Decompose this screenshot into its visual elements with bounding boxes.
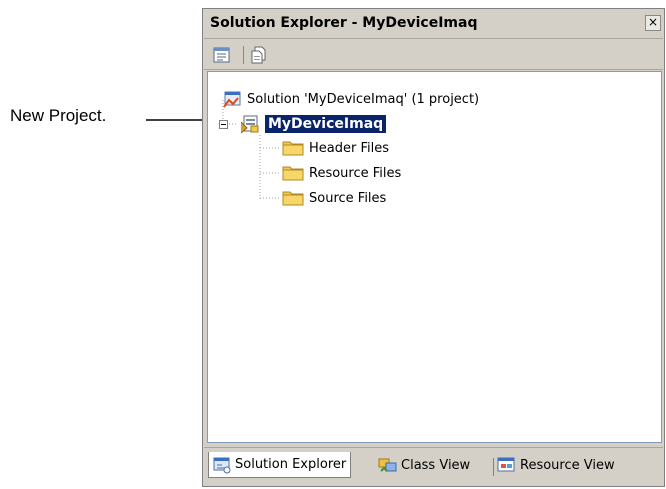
class-view-icon	[378, 458, 397, 472]
tab-class-view[interactable]: Class View	[378, 452, 470, 478]
tab-separator	[493, 458, 494, 476]
folder-icon	[282, 191, 304, 206]
solution-tree[interactable]: Solution 'MyDeviceImaq' (1 project) MyDe…	[207, 71, 662, 443]
tree-item-source-files[interactable]: Source Files	[282, 187, 386, 209]
close-icon: ×	[647, 15, 659, 29]
solution-label: Solution 'MyDeviceImaq' (1 project)	[247, 91, 480, 107]
tree-item-solution[interactable]: Solution 'MyDeviceImaq' (1 project)	[222, 88, 479, 110]
tree-item-header-files[interactable]: Header Files	[282, 137, 389, 159]
close-button[interactable]: ×	[645, 15, 661, 31]
folder-label: Resource Files	[309, 165, 402, 181]
folder-icon	[282, 166, 304, 181]
folder-icon	[282, 141, 304, 156]
window-title: Solution Explorer - MyDeviceImaq	[210, 15, 478, 31]
project-icon	[240, 115, 259, 134]
show-all-files-button[interactable]	[249, 45, 269, 65]
properties-icon	[213, 47, 230, 63]
tab-resource-view[interactable]: Resource View	[497, 452, 615, 478]
toolbar-separator	[243, 46, 244, 64]
tab-bar: Solution Explorer Class View Resource Vi…	[204, 447, 663, 486]
folder-label: Header Files	[309, 140, 389, 156]
solution-icon	[223, 91, 241, 108]
tab-label: Resource View	[520, 457, 615, 473]
tab-label: Class View	[401, 457, 471, 473]
tab-solution-explorer[interactable]: Solution Explorer	[208, 452, 352, 478]
solution-explorer-window: Solution Explorer - MyDeviceImaq × Solut…	[202, 8, 665, 487]
tab-label: Solution Explorer	[235, 457, 347, 472]
show-all-files-icon	[251, 46, 266, 64]
project-expander[interactable]	[219, 120, 228, 129]
project-label: MyDeviceImaq	[265, 115, 387, 133]
properties-button[interactable]	[212, 45, 232, 65]
tree-item-project[interactable]: MyDeviceImaq	[240, 113, 387, 135]
toolbar	[204, 39, 663, 70]
folder-label: Source Files	[309, 190, 387, 206]
title-bar[interactable]: Solution Explorer - MyDeviceImaq ×	[204, 10, 663, 39]
solution-explorer-icon	[213, 457, 231, 473]
resource-view-icon	[497, 457, 515, 472]
tree-item-resource-files[interactable]: Resource Files	[282, 162, 401, 184]
